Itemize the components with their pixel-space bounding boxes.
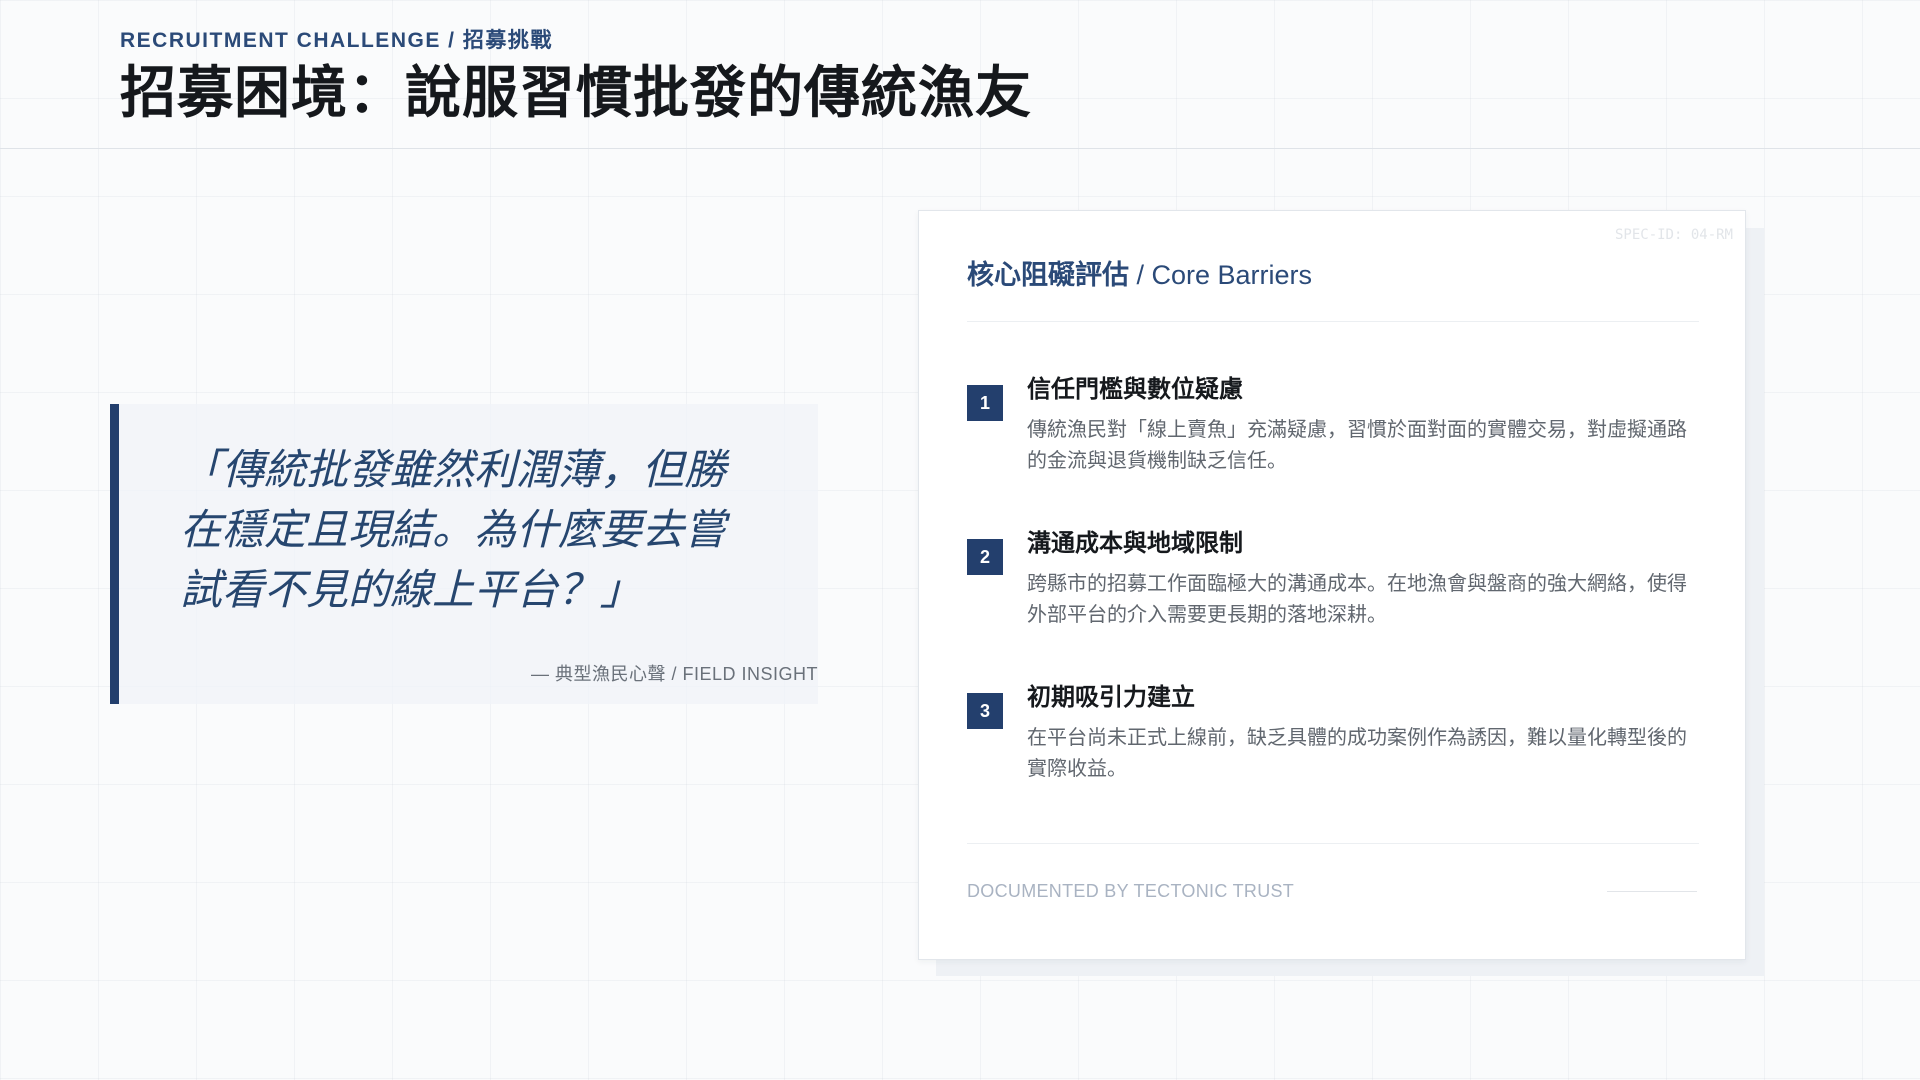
barrier-description: 在平台尚未正式上線前，缺乏具體的成功案例作為誘因，難以量化轉型後的實際收益。 [1027, 727, 1687, 780]
header-divider [0, 148, 1920, 149]
barrier-item-3: 3 初期吸引力建立 在平台尚未正式上線前，缺乏具體的成功案例作為誘因，難以量化轉… [967, 681, 1699, 791]
quote-panel: 「傳統批發雖然利潤薄，但勝在穩定且現結。為什麼要去嘗試看不見的線上平台？」 — … [110, 404, 818, 704]
barrier-item-1: 1 信任門檻與數位疑慮 傳統漁民對「線上賣魚」充滿疑慮，習慣於面對面的實體交易，… [967, 373, 1699, 483]
barrier-title: 信任門檻與數位疑慮 [1027, 376, 1243, 403]
quote-accent-bar [110, 404, 119, 704]
card-divider-top [967, 321, 1699, 322]
quote-attribution: — 典型漁民心聲 / FIELD INSIGHT [530, 664, 818, 684]
barrier-number-badge: 2 [967, 539, 1003, 575]
card-title-zh: 核心阻礙評估 [967, 260, 1129, 290]
eyebrow-label: RECRUITMENT CHALLENGE / 招募挑戰 [120, 29, 553, 52]
slide-header: RECRUITMENT CHALLENGE / 招募挑戰 招募困境：說服習慣批發… [120, 28, 1032, 126]
card-title-en: / Core Barriers [1129, 260, 1313, 290]
barrier-description: 傳統漁民對「線上賣魚」充滿疑慮，習慣於面對面的實體交易，對虛擬通路的金流與退貨機… [1027, 419, 1687, 472]
card-title: 核心阻礙評估 / Core Barriers [967, 257, 1312, 293]
card-footer-rule [1607, 891, 1697, 892]
barrier-title: 溝通成本與地域限制 [1027, 530, 1243, 557]
spec-id-label: SPEC-ID: 04-RM [1614, 227, 1733, 243]
barrier-item-2: 2 溝通成本與地域限制 跨縣市的招募工作面臨極大的溝通成本。在地漁會與盤商的強大… [967, 527, 1699, 637]
barrier-number-badge: 1 [967, 385, 1003, 421]
core-barriers-card: SPEC-ID: 04-RM 核心阻礙評估 / Core Barriers 1 … [918, 210, 1746, 960]
quote-text: 「傳統批發雖然利潤薄，但勝在穩定且現結。為什麼要去嘗試看不見的線上平台？」 [180, 445, 727, 614]
barrier-title: 初期吸引力建立 [1027, 684, 1195, 711]
card-divider-bottom [967, 843, 1699, 844]
barrier-description: 跨縣市的招募工作面臨極大的溝通成本。在地漁會與盤商的強大網絡，使得外部平台的介入… [1027, 573, 1687, 626]
page-title: 招募困境：說服習慣批發的傳統漁友 [120, 61, 1032, 124]
barrier-number-badge: 3 [967, 693, 1003, 729]
card-footer-text: DOCUMENTED BY TECTONIC TRUST [967, 881, 1295, 901]
